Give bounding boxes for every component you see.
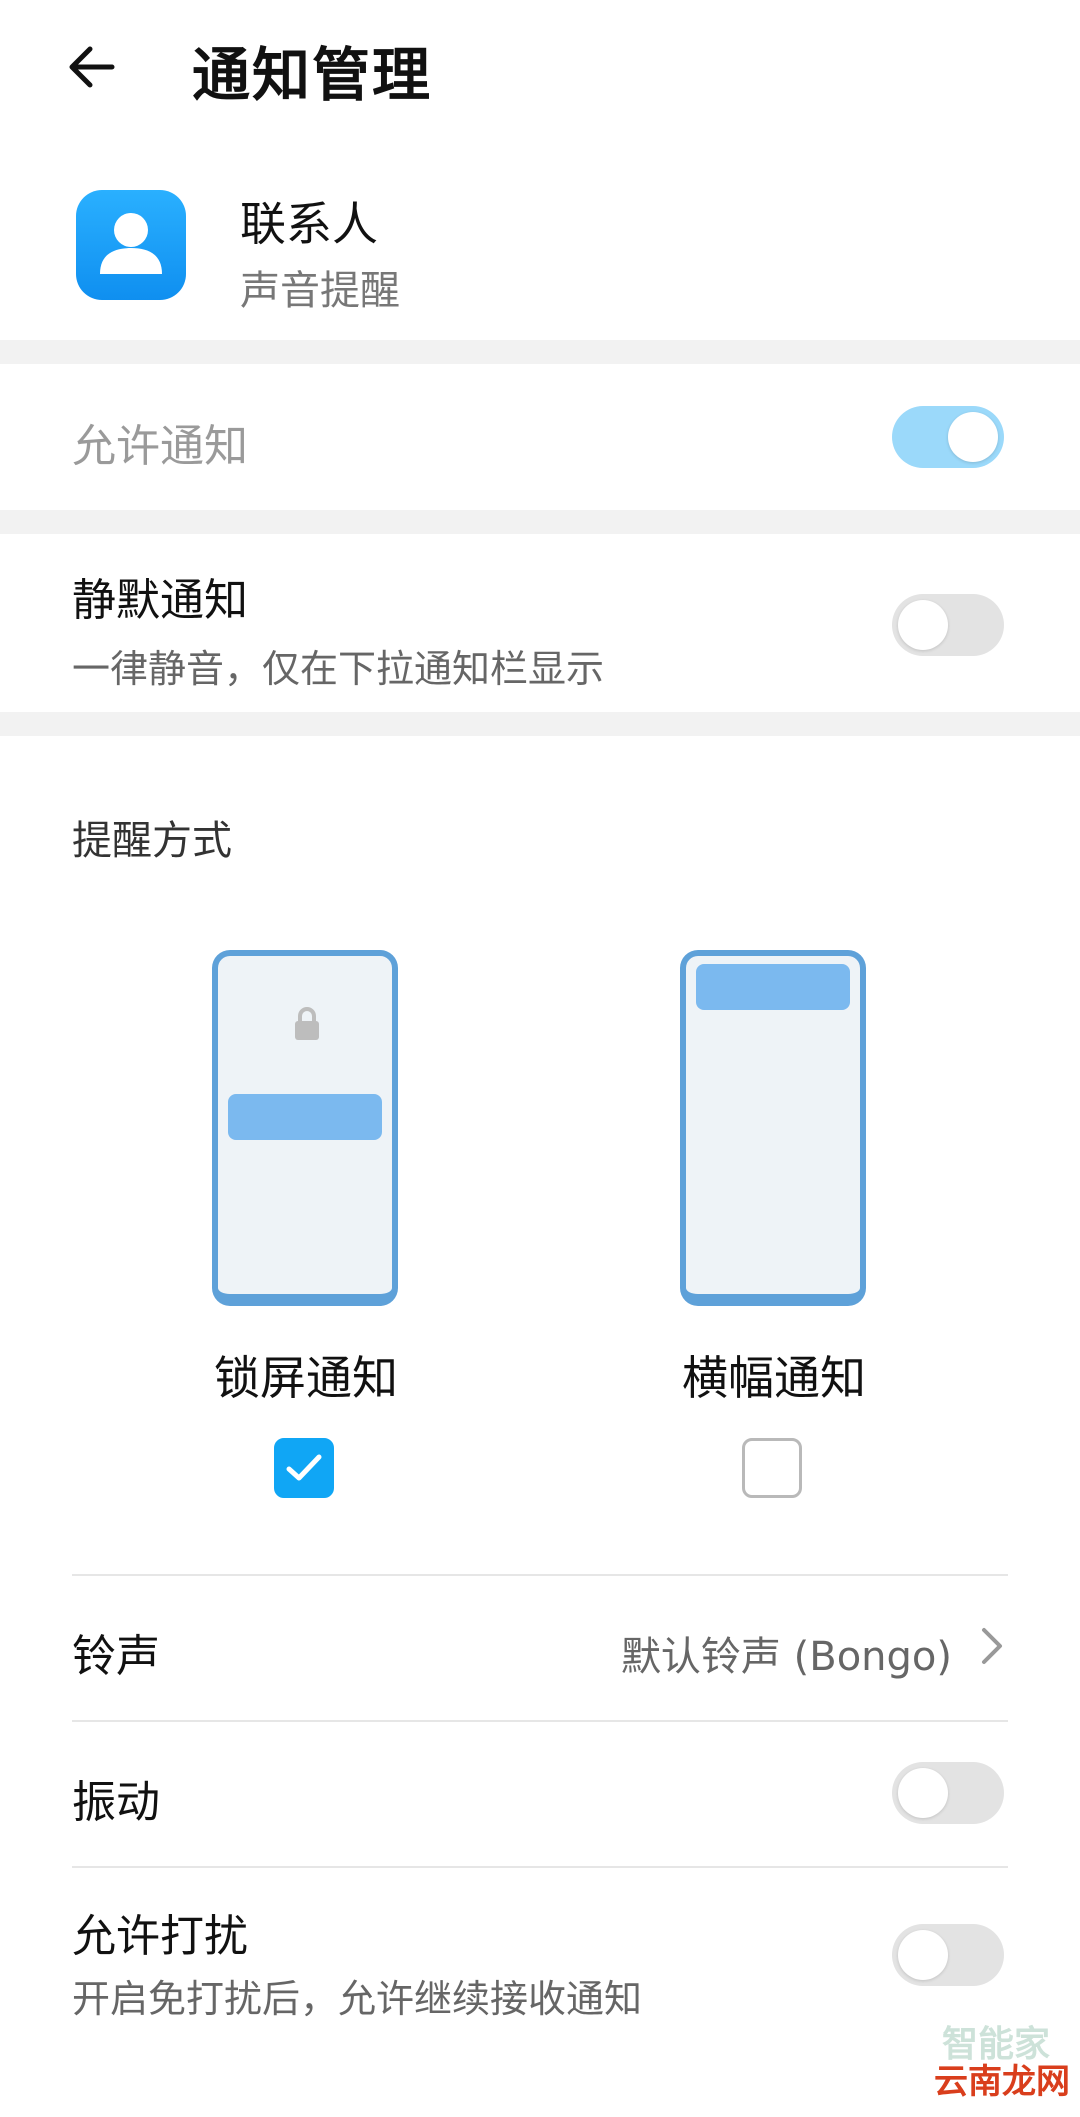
lock-screen-label: 锁屏通知 (214, 1351, 398, 1405)
notification-banner-shape (228, 1094, 382, 1140)
banner-style-option[interactable]: 横幅通知 (616, 950, 916, 1510)
switch-knob (898, 1930, 948, 1980)
allow-notifications-label: 允许通知 (72, 421, 248, 472)
switch-knob (898, 600, 948, 650)
ringtone-value: 默认铃声 (Bongo) (620, 1634, 952, 1680)
banner-label: 横幅通知 (682, 1351, 866, 1405)
allow-interruptions-description: 开启免打扰后，允许继续接收通知 (72, 1977, 643, 2021)
silent-notifications-label: 静默通知 (72, 575, 248, 626)
banner-checkbox[interactable] (742, 1438, 802, 1498)
watermark: 智能家 云南龙网 (934, 2024, 1070, 2103)
allow-notifications-switch[interactable] (892, 406, 1004, 468)
section-gap (0, 712, 1080, 736)
watermark-bottom-text: 云南龙网 (934, 2062, 1070, 2102)
banner-preview (680, 950, 866, 1306)
app-info: 联系人 声音提醒 (0, 170, 1080, 340)
section-gap (0, 510, 1080, 534)
page-title: 通知管理 (192, 41, 433, 109)
check-icon (286, 1454, 322, 1481)
lock-icon (295, 1007, 319, 1040)
back-button[interactable] (62, 22, 162, 112)
silent-notifications-description: 一律静音，仅在下拉通知栏显示 (72, 647, 605, 691)
silent-notifications-switch[interactable] (892, 594, 1004, 656)
allow-interruptions-switch[interactable] (892, 1924, 1004, 1986)
reminder-section-title: 提醒方式 (72, 818, 232, 864)
notification-settings-page: 通知管理 联系人 声音提醒 允许通知 静默通知 一律静音，仅在下拉通知栏显示 提… (0, 0, 1080, 2117)
watermark-top-text: 智能家 (941, 2024, 1050, 2065)
allow-interruptions-row[interactable]: 允许打扰 开启免打扰后，允许继续接收通知 (0, 1868, 1080, 2068)
lock-screen-checkbox[interactable] (274, 1438, 334, 1498)
lock-screen-style-option[interactable]: 锁屏通知 (148, 950, 448, 1510)
section-gap (0, 340, 1080, 364)
allow-interruptions-label: 允许打扰 (72, 1911, 248, 1962)
silent-notifications-row[interactable]: 静默通知 一律静音，仅在下拉通知栏显示 (0, 534, 1080, 734)
vibration-row[interactable]: 振动 (0, 1722, 1080, 1866)
switch-knob (898, 1768, 948, 1818)
lock-screen-preview (212, 950, 398, 1306)
notification-banner-shape (696, 964, 850, 1010)
switch-knob (948, 412, 998, 462)
top-app-bar: 通知管理 (0, 0, 1080, 140)
chevron-right-icon (982, 1628, 1002, 1664)
vibration-label: 振动 (72, 1777, 160, 1828)
vibration-switch[interactable] (892, 1762, 1004, 1824)
app-name: 联系人 (240, 197, 378, 251)
allow-notifications-row[interactable]: 允许通知 (0, 364, 1080, 510)
contacts-app-icon (76, 190, 186, 300)
ringtone-row[interactable]: 铃声 默认铃声 (Bongo) (0, 1576, 1080, 1720)
ringtone-label: 铃声 (72, 1631, 160, 1682)
arrow-left-icon (69, 46, 115, 88)
app-subtitle: 声音提醒 (240, 268, 400, 314)
person-icon (100, 213, 162, 274)
